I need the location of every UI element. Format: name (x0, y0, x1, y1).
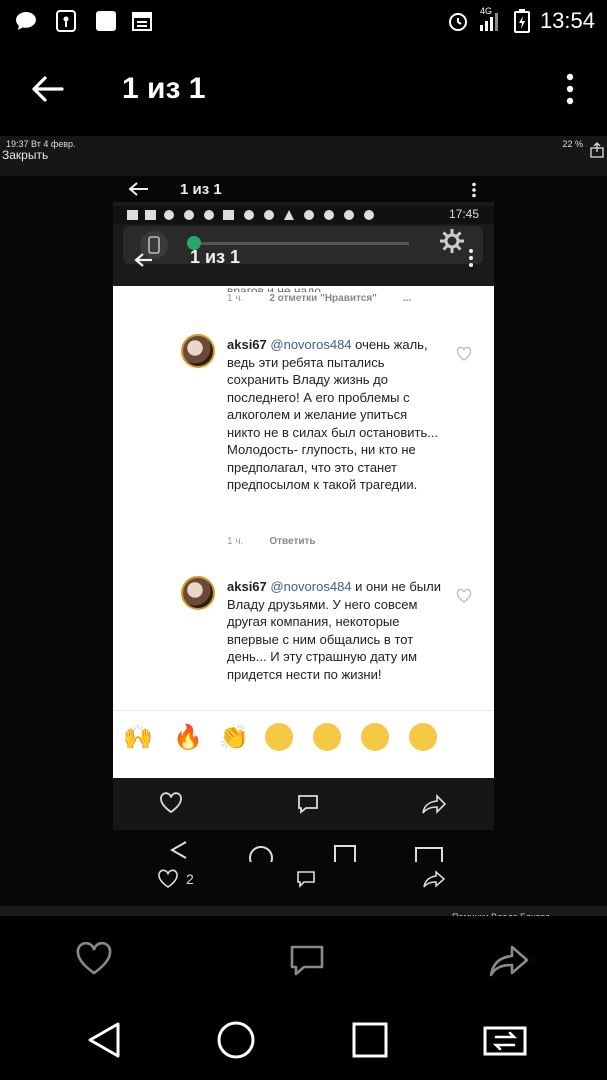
embedded-share-arrow-icon (422, 794, 447, 814)
comment-body: и они не были Владу друзьями. У него сов… (227, 579, 441, 682)
embedded-close-label: Закрыть (2, 148, 49, 162)
post-actions (0, 916, 607, 1006)
comment-meta: 1 ч. Ответить (227, 536, 316, 547)
surprised-emoji-icon[interactable] (361, 723, 389, 751)
network-type: 4G (480, 6, 493, 16)
square-recents-icon[interactable] (350, 1020, 390, 1060)
embedded-share-icon-2 (423, 870, 446, 888)
comment-body: очень жаль, ведь эти ребята пытались сох… (227, 337, 439, 492)
comment-text: aksi67 @novoros484 и они не были Владу д… (227, 578, 442, 683)
grin-emoji-icon[interactable] (409, 723, 437, 751)
comment-username[interactable]: aksi67 (227, 337, 267, 352)
smile-emoji-icon[interactable] (313, 723, 341, 751)
arrow-left-icon[interactable] (30, 74, 64, 104)
embedded-heart-icon (160, 792, 182, 814)
page-title: 1 из 1 (122, 72, 206, 105)
embedded-share-icon (590, 142, 604, 158)
embedded-more-icon (472, 182, 476, 198)
embedded-notification-area: 17:45 (113, 202, 494, 287)
status-time: 13:54 (539, 8, 595, 33)
embedded-like-icon (158, 869, 178, 888)
podcast-icon (56, 10, 76, 32)
previous-comment-cut: врагов и не надо. (227, 284, 325, 292)
embedded-title-2: 1 из 1 (190, 247, 241, 267)
switch-apps-icon[interactable] (482, 1020, 528, 1060)
embedded-like-count: 2 (186, 871, 194, 887)
embedded-settings-icon (440, 229, 464, 253)
raised-hands-emoji-icon[interactable]: 🙌 (123, 723, 153, 752)
more-vertical-icon[interactable] (558, 72, 582, 106)
calendar-icon (132, 12, 152, 31)
comment-mention[interactable]: @novoros484 (270, 579, 351, 594)
battery-icon (514, 9, 530, 33)
embedded-inner-time: 17:45 (449, 207, 480, 221)
avatar[interactable] (181, 576, 215, 610)
comments-panel: врагов и не надо. 1 ч. 2 отметки "Нравитс… (113, 284, 494, 778)
app-bar: 1 из 1 (0, 42, 607, 136)
embedded-back-icon-2 (134, 253, 152, 267)
embedded-status-icons (127, 210, 374, 220)
message-icon (16, 12, 36, 30)
comment-text: aksi67 @novoros484 очень жаль, ведь эти … (227, 336, 442, 494)
circle-home-icon[interactable] (216, 1020, 256, 1060)
comment-username[interactable]: aksi67 (227, 579, 267, 594)
embedded-action-strip (113, 778, 494, 830)
photo-content[interactable]: 19:37 Вт 4 февр. Закрыть 22 % 1 из 1 17:… (0, 136, 607, 916)
navigation-bar (0, 1000, 607, 1080)
photo-viewer: 4G 13:54 1 из 1 19:37 Вт 4 февр. Закрыть… (0, 0, 607, 1080)
embedded-title-1: 1 из 1 (180, 181, 222, 198)
triangle-back-icon[interactable] (84, 1020, 124, 1060)
embedded-ios-status-bar: 19:37 Вт 4 февр. Закрыть 22 % (0, 136, 607, 176)
embedded-comment-icon (298, 795, 318, 814)
embedded-comment-icon-2 (297, 871, 315, 888)
reply-link[interactable]: Ответить (269, 536, 315, 547)
heart-icon[interactable] (456, 588, 472, 604)
heart-icon[interactable] (456, 346, 472, 362)
square-app-icon (96, 11, 116, 31)
fire-emoji-icon[interactable]: 🔥 (173, 723, 203, 752)
sad-face-emoji-icon[interactable] (265, 723, 293, 751)
status-bar: 4G 13:54 (0, 0, 607, 42)
comment-mention[interactable]: @novoros484 (270, 337, 351, 352)
avatar[interactable] (181, 334, 215, 368)
embedded-nav-icons (169, 841, 443, 862)
comment-icon[interactable] (289, 944, 325, 978)
share-icon[interactable] (488, 944, 530, 978)
emoji-reaction-bar: 🙌 🔥 👏 (113, 710, 494, 776)
embedded-battery: 22 % (562, 139, 583, 149)
previous-comment-meta: 1 ч. 2 отметки "Нравится"... (227, 293, 412, 304)
embedded-more-icon-2 (469, 249, 473, 267)
heart-icon[interactable] (75, 942, 113, 976)
alarm-icon (449, 13, 467, 31)
embedded-back-icon (128, 182, 148, 196)
clap-emoji-icon[interactable]: 👏 (219, 723, 249, 752)
